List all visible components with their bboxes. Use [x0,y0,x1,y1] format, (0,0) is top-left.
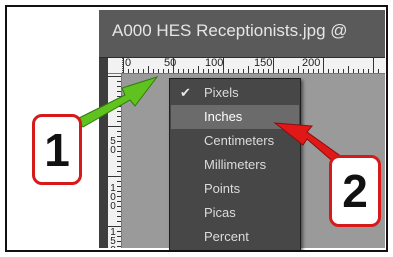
step-1-badge: 1 [32,114,82,185]
green-arrow-icon [76,76,159,128]
screenshot-frame: A000 HES Receptionists.jpg @ 0 50 100 15… [5,5,388,252]
step-2-badge: 2 [329,155,381,227]
